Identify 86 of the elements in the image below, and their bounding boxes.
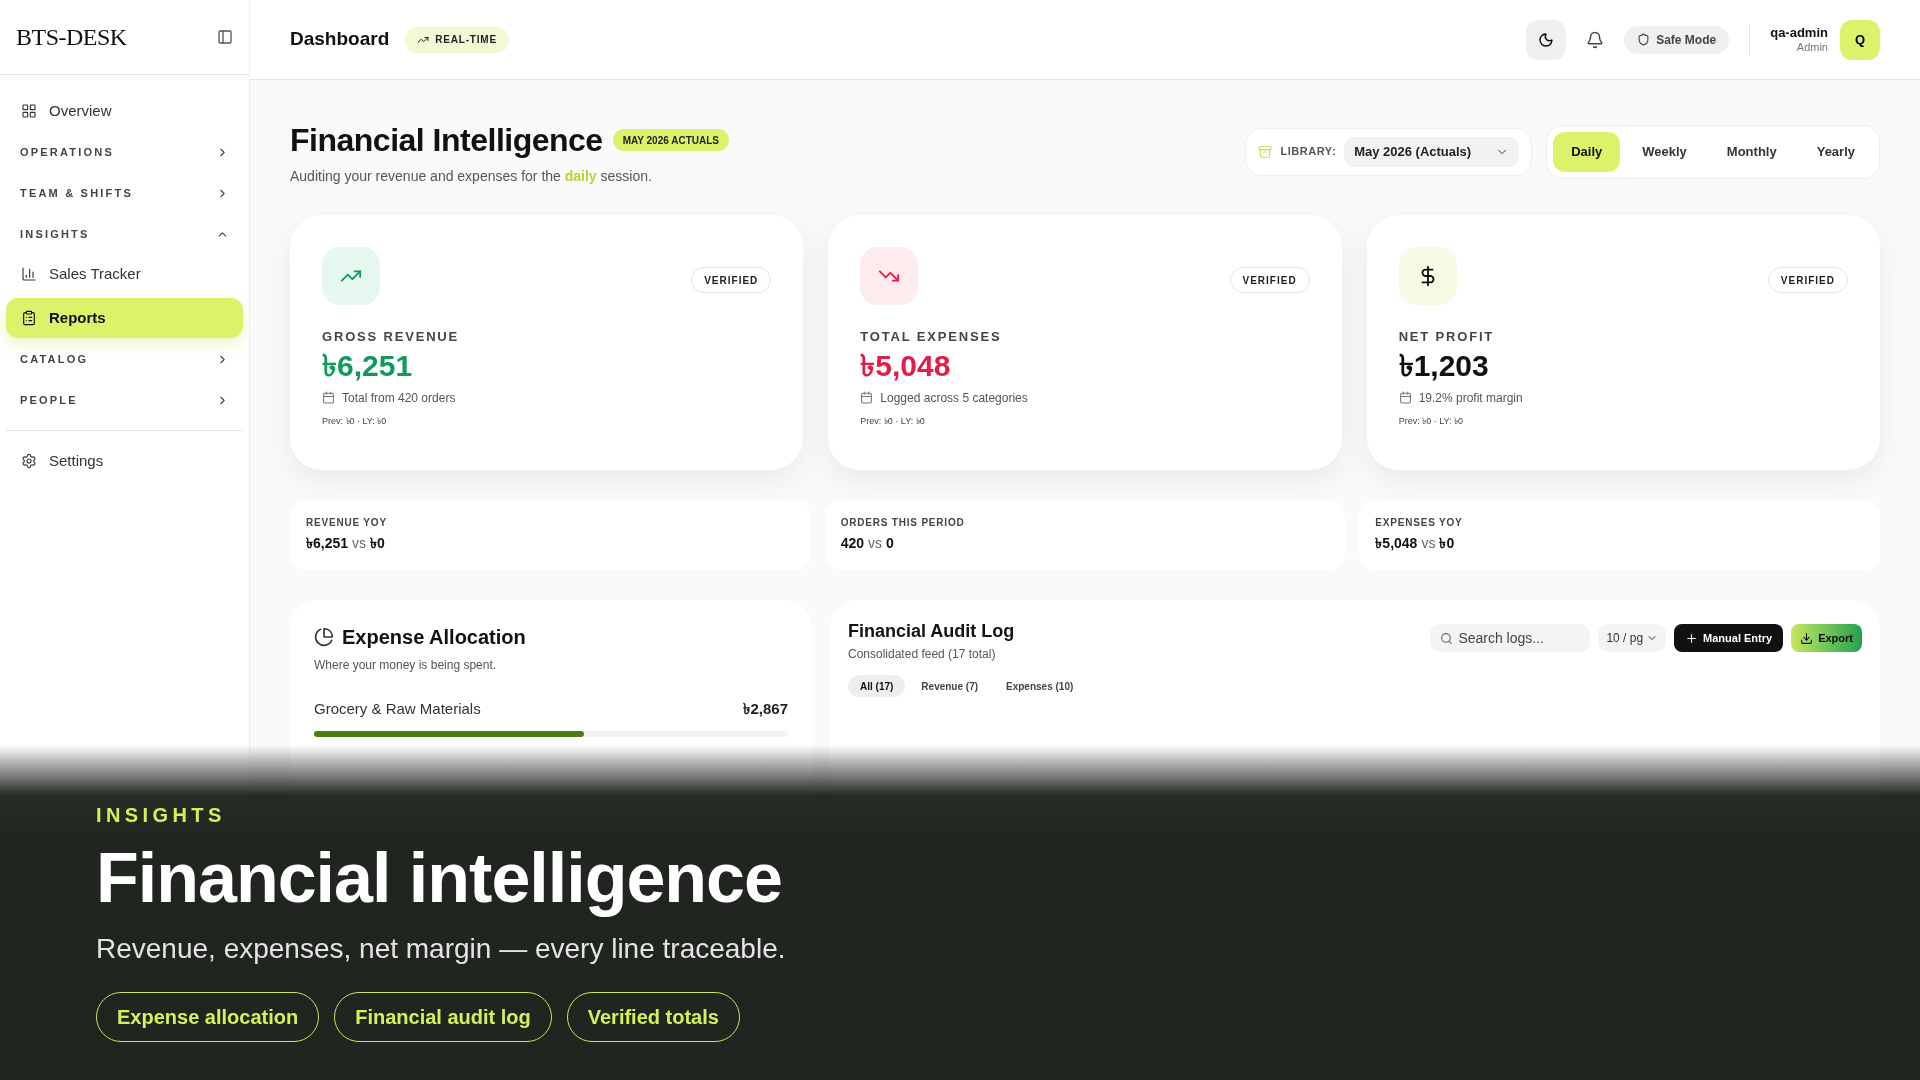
manual-entry-button[interactable]: Manual Entry — [1674, 624, 1784, 652]
nav-icon — [21, 266, 37, 282]
download-icon — [1800, 631, 1814, 645]
collapse-sidebar-icon[interactable] — [217, 29, 233, 45]
theme-toggle-button[interactable] — [1526, 19, 1567, 60]
export-button[interactable]: Export — [1791, 624, 1862, 652]
nav-icon — [21, 103, 37, 119]
notifications-icon[interactable] — [1586, 30, 1605, 49]
category-name: Grocery & Raw Materials — [314, 699, 481, 719]
user-avatar[interactable]: Q — [1840, 19, 1880, 60]
calendar-icon — [1398, 391, 1412, 404]
library-select[interactable]: May 2026 (Actuals) — [1344, 136, 1520, 167]
trend-up-icon — [322, 247, 380, 305]
metric-value: ৳1,203 — [1398, 347, 1489, 384]
card-subtitle: Consolidated feed (17 total) — [848, 646, 996, 663]
metric-label: GROSS REVENUE — [322, 328, 460, 346]
metric-label: NET PROFIT — [1398, 328, 1495, 346]
metric-note: Total from 420 orders — [342, 389, 456, 407]
stat-value: ৳6,251 — [306, 534, 349, 553]
period-tab[interactable]: Weekly — [1624, 131, 1705, 172]
comparison-text: Prev: ৳0 · LY: ৳0 — [860, 414, 925, 428]
sidebar-section[interactable]: OPERATIONS — [6, 132, 243, 172]
page-subtitle: Auditing your revenue and expenses for the daily session. — [290, 167, 653, 186]
metric-value: ৳5,048 — [860, 347, 951, 384]
archive-icon — [1258, 144, 1273, 159]
stat-label: EXPENSES YOY — [1375, 516, 1463, 530]
nav-icon — [21, 453, 37, 469]
metric-note: Logged across 5 categories — [880, 389, 1028, 407]
card-subtitle: Where your money is being spent. — [314, 657, 497, 674]
moon-icon — [1538, 31, 1555, 48]
period-tab[interactable]: Monthly — [1708, 131, 1795, 172]
sidebar-section[interactable]: TEAM & SHIFTS — [6, 173, 243, 213]
sidebar-item[interactable]: Reports — [6, 298, 243, 338]
comparison-text: Prev: ৳0 · LY: ৳0 — [1398, 414, 1464, 428]
heading: Financial Intelligence — [290, 121, 603, 160]
trend-down-icon — [860, 247, 919, 305]
stat-vs: vs — [352, 534, 367, 553]
plus-icon — [1685, 631, 1699, 645]
comparison-text: Prev: ৳0 · LY: ৳0 — [322, 414, 387, 428]
filter-tab[interactable]: Expenses (10) — [994, 675, 1086, 697]
shield-icon — [1637, 33, 1651, 46]
hero-subtitle: Revenue, expenses, net margin — every line traceable. — [96, 932, 786, 966]
feature-pill: Financial audit log — [334, 992, 552, 1042]
stat-value: 420 — [840, 534, 865, 553]
sidebar-section[interactable]: CATALOG — [6, 339, 243, 379]
library-label: LIBRARY: — [1280, 144, 1337, 160]
calendar-icon — [322, 391, 335, 404]
safe-mode-button[interactable]: Safe Mode — [1624, 25, 1730, 54]
stat-compare: ৳0 — [1439, 534, 1455, 553]
sidebar-item[interactable]: Overview — [6, 91, 243, 131]
stat-compare: ৳0 — [370, 534, 385, 553]
period-tab[interactable]: Yearly — [1798, 131, 1873, 172]
period-tab[interactable]: Daily — [1553, 131, 1621, 172]
calendar-icon — [860, 391, 874, 404]
dollar-icon — [1398, 247, 1457, 305]
stat-compare: 0 — [886, 534, 894, 553]
card-title: Financial Audit Log — [848, 620, 1015, 643]
sidebar-item[interactable]: Sales Tracker — [6, 254, 243, 294]
pie-chart-icon — [314, 627, 334, 647]
stat-label: ORDERS THIS PERIOD — [840, 516, 965, 530]
metric-note: 19.2% profit margin — [1418, 389, 1523, 407]
realtime-badge: REAL-TIME — [405, 26, 509, 53]
nav-icon — [21, 310, 37, 326]
stat-value: ৳5,048 — [1375, 534, 1418, 553]
period-badge: MAY 2026 ACTUALS — [612, 129, 729, 151]
page-size-select[interactable]: 10 / pg — [1598, 624, 1667, 652]
sidebar-item[interactable]: Settings — [6, 441, 243, 481]
stat-vs: vs — [1421, 534, 1436, 553]
user-name: qa-admin — [1770, 24, 1828, 41]
sidebar-section[interactable]: INSIGHTS — [6, 214, 243, 254]
filter-tab[interactable]: Revenue (7) — [909, 675, 991, 697]
search-field[interactable]: Search logs... — [1430, 624, 1591, 652]
filter-tab[interactable]: All (17) — [848, 675, 906, 697]
stat-vs: vs — [868, 534, 883, 553]
hero-eyebrow: INSIGHTS — [96, 803, 226, 828]
page-title: Dashboard — [290, 27, 390, 52]
hero-title: Financial intelligence — [96, 838, 782, 919]
category-amount: ৳2,867 — [743, 699, 788, 719]
logo: BTS-DESK — [16, 23, 127, 52]
stat-label: REVENUE YOY — [306, 516, 387, 530]
user-role: Admin — [1796, 40, 1828, 55]
metric-label: TOTAL EXPENSES — [860, 328, 1002, 346]
metric-value: ৳6,251 — [322, 347, 413, 384]
card-title: Expense Allocation — [342, 625, 526, 650]
feature-pill: Expense allocation — [96, 992, 320, 1042]
sidebar-section[interactable]: PEOPLE — [6, 380, 243, 420]
